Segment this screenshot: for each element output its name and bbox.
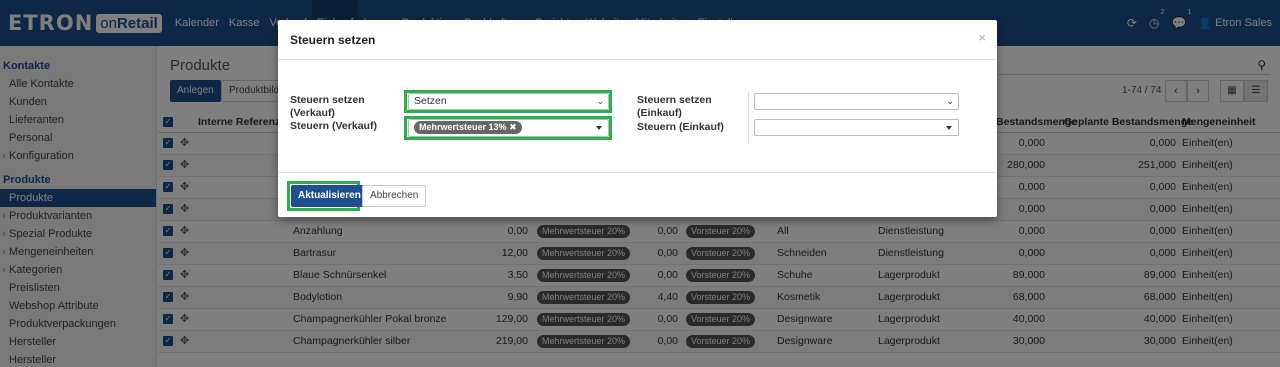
tax-tag-label: Mehrwertsteuer 13% — [419, 122, 507, 132]
tax-tag: Mehrwertsteuer 13% ✖ — [414, 121, 522, 134]
caret-down-icon — [596, 126, 602, 130]
label-set-taxes-buy: Steuern setzen (Einkauf) — [637, 94, 712, 119]
dialog-divider-top — [278, 59, 997, 60]
dialog-title: Steuern setzen — [290, 33, 376, 47]
set-taxes-dialog: Steuern setzen × Steuern setzen (Verkauf… — [278, 20, 997, 217]
label-taxes-sale: Steuern (Verkauf) — [290, 120, 377, 132]
label-taxes-buy: Steuern (Einkauf) — [637, 121, 724, 133]
dialog-divider-bottom — [278, 172, 997, 173]
caret-down-icon — [946, 126, 952, 130]
label-set-taxes-sale: Steuern setzen (Verkauf) — [290, 94, 365, 119]
remove-tag-icon[interactable]: ✖ — [509, 122, 517, 132]
set-taxes-sale-select[interactable]: Setzen ⌄ — [408, 93, 609, 110]
close-icon[interactable]: × — [978, 30, 986, 45]
taxes-buy-many2many[interactable] — [754, 119, 959, 136]
field-divider — [748, 92, 749, 144]
cancel-button[interactable]: Abbrechen — [362, 185, 427, 207]
set-taxes-buy-select[interactable]: ⌄ — [754, 93, 959, 110]
taxes-sale-many2many[interactable]: Mehrwertsteuer 13% ✖ — [408, 119, 609, 137]
update-button[interactable]: Aktualisieren — [291, 185, 368, 207]
chevron-down-icon: ⌄ — [946, 96, 954, 106]
set-taxes-sale-value: Setzen — [414, 95, 447, 107]
chevron-down-icon: ⌄ — [596, 96, 604, 106]
